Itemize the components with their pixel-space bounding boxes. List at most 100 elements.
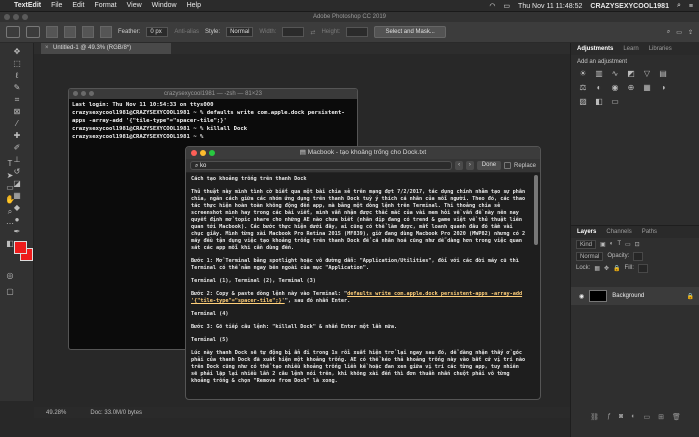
menu-format[interactable]: Format xyxy=(94,2,116,9)
kind-filter-select[interactable]: Kind xyxy=(576,239,597,249)
posterize-icon[interactable]: ▨ xyxy=(577,97,589,107)
lasso-tool-icon[interactable]: ℓ xyxy=(11,71,23,81)
zoom-icon[interactable] xyxy=(89,91,94,96)
done-button[interactable]: Done xyxy=(476,161,502,170)
terminal-output[interactable]: Last login: Thu Nov 11 10:54:33 on ttys0… xyxy=(69,99,357,143)
type-tool-icon[interactable]: T xyxy=(4,159,16,169)
tab-layers[interactable]: Layers xyxy=(577,229,596,235)
tab-channels[interactable]: Channels xyxy=(606,229,631,235)
rectangle-tool-icon[interactable]: ▭ xyxy=(4,183,16,193)
document-body[interactable]: Cách tạo khoảng trống trên thanh Dock Th… xyxy=(186,173,532,399)
new-layer-icon[interactable]: ⊞ xyxy=(658,413,664,425)
exposure-icon[interactable]: ◩ xyxy=(625,69,637,79)
replace-checkbox[interactable] xyxy=(504,162,511,169)
feather-input[interactable]: 0 px xyxy=(146,27,169,37)
menu-edit[interactable]: Edit xyxy=(72,2,84,9)
select-and-mask-button[interactable]: Select and Mask... xyxy=(374,26,446,38)
add-mask-icon[interactable]: ◙ xyxy=(619,413,623,425)
link-layers-icon[interactable]: ⛓ xyxy=(590,413,599,425)
eyedropper-icon[interactable]: ⁄ xyxy=(11,119,23,129)
previous-match-button[interactable]: ‹ xyxy=(455,161,464,170)
menu-app-name[interactable]: TextEdit xyxy=(14,2,41,9)
menu-file[interactable]: File xyxy=(51,2,62,9)
opacity-input[interactable] xyxy=(633,251,644,261)
invert-icon[interactable]: ◑ xyxy=(657,83,669,93)
home-icon[interactable] xyxy=(6,26,20,38)
frame-tool-icon[interactable]: ⊠ xyxy=(11,107,23,117)
style-select[interactable]: Normal xyxy=(226,27,254,37)
search-icon[interactable]: ⌕ xyxy=(677,2,681,10)
fill-input[interactable] xyxy=(637,263,648,273)
add-selection-icon[interactable] xyxy=(64,26,76,38)
gradient-map-icon[interactable]: ▭ xyxy=(609,97,621,107)
color-balance-icon[interactable]: ⚖ xyxy=(577,83,589,93)
menu-help[interactable]: Help xyxy=(187,2,201,9)
color-lookup-icon[interactable]: ▦ xyxy=(641,83,653,93)
tab-learn[interactable]: Learn xyxy=(623,46,638,52)
filter-adjust-icon[interactable]: ◐ xyxy=(610,241,614,247)
minimize-icon[interactable] xyxy=(13,14,19,20)
wifi-icon[interactable]: ◠ xyxy=(489,2,495,10)
tab-libraries[interactable]: Libraries xyxy=(649,46,672,52)
levels-icon[interactable]: ▥ xyxy=(593,69,605,79)
black-white-icon[interactable]: ◐ xyxy=(593,83,605,93)
layer-background[interactable]: ◉ Background 🔒 xyxy=(571,287,699,305)
screen-mode-icon[interactable]: ▢ xyxy=(4,287,16,297)
clock[interactable]: Thu Nov 11 11:48:52 xyxy=(518,3,582,10)
vertical-scrollbar[interactable] xyxy=(533,175,539,397)
path-selection-icon[interactable]: ➤ xyxy=(4,171,16,181)
lock-pixels-icon[interactable]: ▦ xyxy=(594,265,600,272)
textedit-window[interactable]: ▤ Macbook - tạo khoảng trống cho Dock.tx… xyxy=(185,146,541,400)
fx-icon[interactable]: ƒ xyxy=(607,413,611,425)
subtract-selection-icon[interactable] xyxy=(82,26,94,38)
scrollbar-thumb[interactable] xyxy=(534,175,538,245)
filter-smart-icon[interactable]: ⊡ xyxy=(635,241,640,248)
minimize-icon[interactable] xyxy=(81,91,86,96)
threshold-icon[interactable]: ◧ xyxy=(593,97,605,107)
filter-shape-icon[interactable]: ▭ xyxy=(625,241,631,248)
zoom-icon[interactable] xyxy=(22,14,28,20)
height-input[interactable] xyxy=(346,27,369,37)
channel-mixer-icon[interactable]: ⊕ xyxy=(625,83,637,93)
filter-pixel-icon[interactable]: ▣ xyxy=(600,241,606,248)
move-tool-icon[interactable]: ✥ xyxy=(11,47,23,57)
control-center-icon[interactable]: ≡ xyxy=(689,3,693,10)
find-input[interactable]: ⌕ ko xyxy=(190,161,453,170)
rectangular-marquee-icon[interactable]: ⬚ xyxy=(11,59,23,69)
blend-mode-select[interactable]: Normal xyxy=(576,251,604,261)
battery-icon[interactable]: ▭ xyxy=(503,2,510,10)
new-group-icon[interactable]: ▭ xyxy=(643,413,650,425)
share-icon[interactable]: ⇪ xyxy=(688,29,693,36)
search-icon[interactable]: ⌕ xyxy=(667,29,670,36)
menu-view[interactable]: View xyxy=(127,2,142,9)
zoom-icon[interactable] xyxy=(209,150,215,156)
curves-icon[interactable]: ∿ xyxy=(609,69,621,79)
swap-icon[interactable]: ⇄ xyxy=(310,29,315,36)
next-match-button[interactable]: › xyxy=(466,161,474,170)
document-tab[interactable]: × Untitled-1 @ 49.3% (RGB/8*) xyxy=(41,43,171,54)
vibrance-icon[interactable]: ▽ xyxy=(641,69,653,79)
trash-icon[interactable]: 🗑 xyxy=(672,413,681,425)
quick-selection-icon[interactable]: ✎ xyxy=(11,83,23,93)
lock-all-icon[interactable]: 🔒 xyxy=(613,265,620,272)
more-tools-icon[interactable]: ⋯ xyxy=(4,219,16,229)
antialias-checkbox[interactable]: Anti-alias xyxy=(174,29,199,35)
user-name[interactable]: CRAZYSEXYCOOL1981 xyxy=(590,3,669,10)
photo-filter-icon[interactable]: ◉ xyxy=(609,83,621,93)
hand-tool-icon[interactable]: ✋ xyxy=(4,195,16,205)
tab-adjustments[interactable]: Adjustments xyxy=(577,46,613,52)
close-icon[interactable] xyxy=(73,91,78,96)
lock-position-icon[interactable]: ✥ xyxy=(604,265,609,272)
healing-brush-icon[interactable]: ✚ xyxy=(11,131,23,141)
tab-paths[interactable]: Paths xyxy=(642,229,657,235)
zoom-level[interactable]: 49.28% xyxy=(46,410,66,416)
marquee-tool-icon[interactable] xyxy=(26,26,40,38)
hue-saturation-icon[interactable]: ▤ xyxy=(657,69,669,79)
new-selection-icon[interactable] xyxy=(46,26,58,38)
new-adjustment-icon[interactable]: ◐ xyxy=(631,413,635,425)
foreground-color-swatch[interactable] xyxy=(14,241,27,254)
intersect-selection-icon[interactable] xyxy=(100,26,112,38)
menu-window[interactable]: Window xyxy=(152,2,177,9)
crop-tool-icon[interactable]: ⌗ xyxy=(11,95,23,105)
filter-type-icon[interactable]: T xyxy=(617,241,621,247)
